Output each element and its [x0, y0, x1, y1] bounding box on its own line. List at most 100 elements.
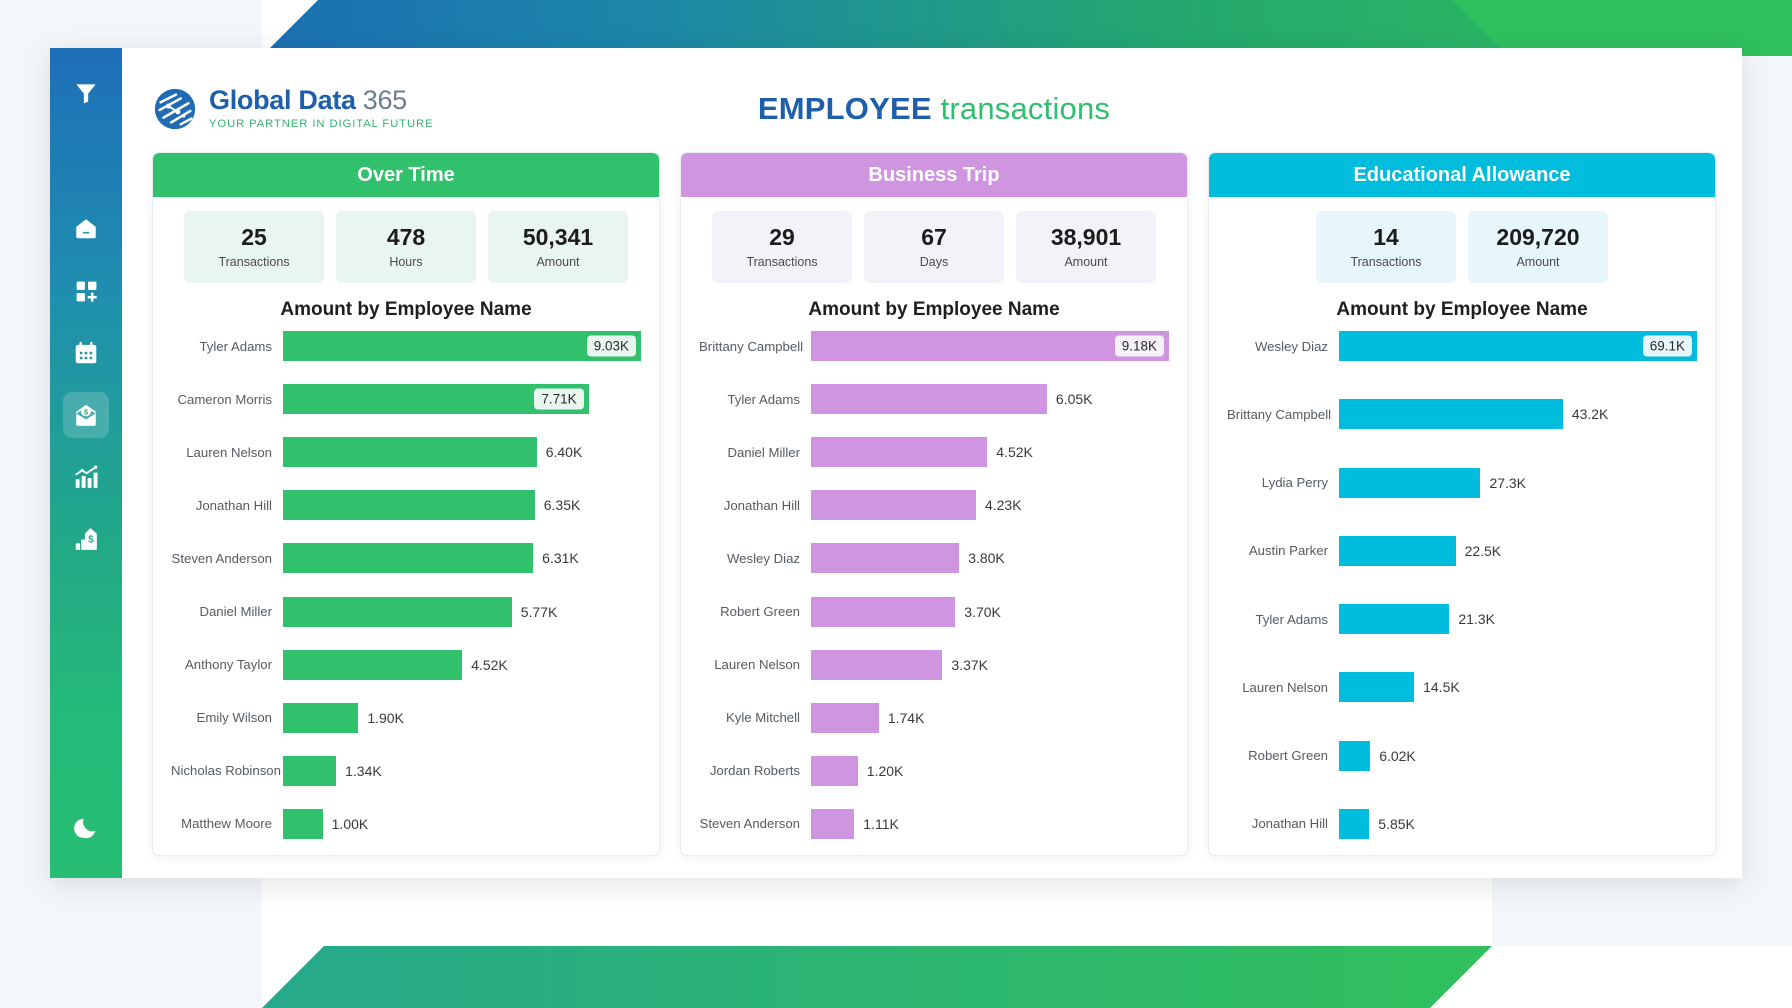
bar-fill[interactable]: [1339, 399, 1563, 430]
bar-row[interactable]: Robert Green 6.02K: [1227, 740, 1697, 771]
bar-row[interactable]: Lydia Perry 27.3K: [1227, 467, 1697, 498]
bar-row[interactable]: Austin Parker 22.5K: [1227, 535, 1697, 566]
logo-brand-name: Global Data: [209, 85, 356, 116]
bar-fill[interactable]: [1339, 604, 1450, 635]
bar-fill[interactable]: [283, 490, 535, 521]
bar-row[interactable]: Robert Green 3.70K: [699, 596, 1169, 627]
sidebar-item-dark-mode[interactable]: [63, 804, 109, 850]
bar-category-label: Anthony Taylor: [185, 657, 272, 673]
bar-row[interactable]: Daniel Miller 5.77K: [171, 596, 641, 627]
bar-fill[interactable]: [811, 755, 858, 786]
sidebar-item-payments[interactable]: $: [63, 392, 109, 438]
bar-row[interactable]: Wesley Diaz 3.80K: [699, 543, 1169, 574]
bar-track: 27.3K: [1339, 467, 1697, 498]
bar-value-label: 6.05K: [1055, 391, 1093, 408]
bar-fill[interactable]: [811, 437, 988, 468]
sidebar-item-analytics[interactable]: [63, 454, 109, 500]
bar-value-label: 4.52K: [996, 444, 1033, 461]
sidebar-item-add-widget[interactable]: [63, 268, 109, 314]
sidebar-item-calendar[interactable]: [63, 330, 109, 376]
sidebar-item-filter[interactable]: [63, 70, 109, 116]
bar-row[interactable]: Matthew Moore 1.00K: [171, 808, 641, 839]
bar-fill[interactable]: [283, 596, 512, 627]
bar-fill[interactable]: [1339, 808, 1370, 839]
bar-fill[interactable]: [811, 596, 956, 627]
bar-fill[interactable]: 9.18K: [811, 331, 1169, 361]
bar-fill[interactable]: [283, 755, 337, 786]
bar-row[interactable]: Jonathan Hill 4.23K: [699, 490, 1169, 521]
bar-track: 6.05K: [811, 384, 1169, 415]
bar-category-label: Robert Green: [1248, 748, 1328, 764]
bar-row[interactable]: Cameron Morris 7.71K: [171, 384, 641, 415]
bar-value-label: 6.02K: [1379, 747, 1416, 764]
bar-row[interactable]: Anthony Taylor 4.52K: [171, 649, 641, 680]
bar-track: 14.5K: [1339, 672, 1697, 703]
bar-value-label: 7.71K: [534, 388, 584, 410]
bar-fill[interactable]: [811, 808, 855, 839]
bar-value-label: 1.90K: [367, 709, 404, 726]
bar-fill[interactable]: [283, 649, 463, 680]
bar-value-label: 3.70K: [964, 603, 1001, 620]
sidebar-item-home[interactable]: [63, 206, 109, 252]
bar-row[interactable]: Steven Anderson 1.11K: [699, 808, 1169, 839]
bar-row[interactable]: Nicholas Robinson 1.34K: [171, 755, 641, 786]
bar-fill[interactable]: [1339, 672, 1415, 703]
bar-fill[interactable]: [811, 384, 1047, 415]
bar-row[interactable]: Jonathan Hill 5.85K: [1227, 808, 1697, 839]
bar-category-label: Wesley Diaz: [726, 550, 800, 566]
bar-row[interactable]: Tyler Adams 6.05K: [699, 384, 1169, 415]
bar-track: 21.3K: [1339, 604, 1697, 635]
sidebar-item-revenue[interactable]: $: [63, 516, 109, 562]
bar-row[interactable]: Jonathan Hill 6.35K: [171, 490, 641, 521]
bar-row[interactable]: Daniel Miller 4.52K: [699, 437, 1169, 468]
bar-track: 43.2K: [1339, 399, 1697, 430]
bar-fill[interactable]: [283, 543, 534, 574]
bar-value-label: 5.85K: [1378, 815, 1415, 832]
page-title: EMPLOYEE transactions: [758, 91, 1110, 127]
bar-fill[interactable]: [1339, 535, 1456, 566]
bar-row[interactable]: Emily Wilson 1.90K: [171, 702, 641, 733]
bar-category-label: Tyler Adams: [199, 338, 272, 354]
bar-row[interactable]: Tyler Adams 9.03K: [171, 331, 641, 361]
bar-chart: Brittany Campbell 9.18K Tyler Adams 6.05K Da…: [699, 331, 1169, 845]
bar-fill[interactable]: [1339, 740, 1371, 771]
bar-row[interactable]: Kyle Mitchell 1.74K: [699, 702, 1169, 733]
filter-icon: [73, 80, 99, 106]
bar-fill[interactable]: [811, 702, 879, 733]
dashboard-window: $ $ Global Data 365 YOUR PARTNER IN DIGI…: [50, 48, 1742, 878]
bar-fill[interactable]: 9.03K: [283, 331, 641, 361]
payment-envelope-icon: $: [73, 402, 99, 428]
bar-row[interactable]: Lauren Nelson 14.5K: [1227, 672, 1697, 703]
bar-row[interactable]: Wesley Diaz 69.1K: [1227, 331, 1697, 361]
kpi-value: 67: [921, 224, 947, 251]
kpi-group: 25 Transactions 478 Hours 50,341 Amount: [171, 211, 641, 283]
bar-row[interactable]: Lauren Nelson 6.40K: [171, 437, 641, 468]
bar-fill[interactable]: [811, 490, 976, 521]
bar-category-label: Lauren Nelson: [1242, 679, 1328, 695]
card-header-title: Business Trip: [681, 153, 1187, 197]
kpi-value: 50,341: [522, 224, 594, 251]
bar-category-label: Kyle Mitchell: [725, 710, 800, 726]
bar-row[interactable]: Tyler Adams 21.3K: [1227, 604, 1697, 635]
kpi-label: Amount: [1064, 254, 1108, 269]
bar-row[interactable]: Lauren Nelson 3.37K: [699, 649, 1169, 680]
bar-fill[interactable]: 69.1K: [1339, 331, 1697, 361]
bar-fill[interactable]: [283, 702, 359, 733]
bar-fill[interactable]: [1339, 467, 1481, 498]
bar-fill[interactable]: 7.71K: [283, 384, 589, 415]
kpi-tile: 50,341 Amount: [488, 211, 628, 283]
bar-row[interactable]: Brittany Campbell 43.2K: [1227, 399, 1697, 430]
bar-row[interactable]: Brittany Campbell 9.18K: [699, 331, 1169, 361]
bar-fill[interactable]: [811, 649, 943, 680]
bar-row[interactable]: Steven Anderson 6.31K: [171, 543, 641, 574]
bar-value-label: 5.77K: [520, 603, 558, 620]
bar-fill[interactable]: [283, 808, 323, 839]
kpi-value: 478: [386, 224, 426, 251]
kpi-tile: 14 Transactions: [1316, 211, 1456, 283]
bar-category-label: Daniel Miller: [199, 604, 272, 620]
bar-fill[interactable]: [811, 543, 960, 574]
bar-value-label: 21.3K: [1458, 611, 1495, 628]
sidebar: $ $: [50, 48, 122, 878]
bar-row[interactable]: Jordan Roberts 1.20K: [699, 755, 1169, 786]
bar-fill[interactable]: [283, 437, 537, 468]
